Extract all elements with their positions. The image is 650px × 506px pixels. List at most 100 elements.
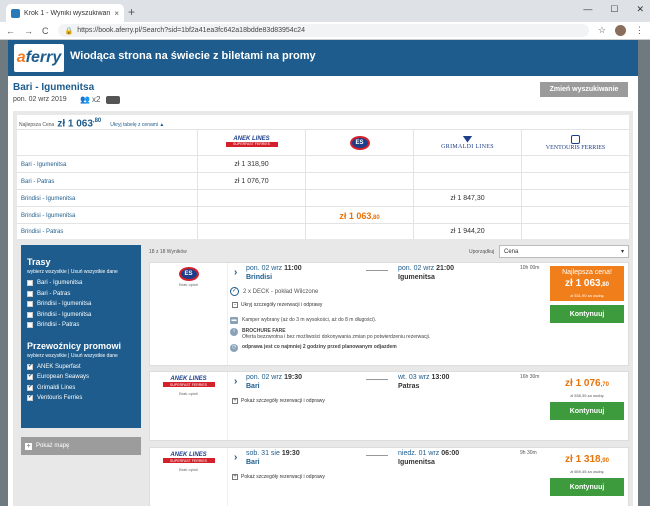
fare-info: BROCHURE FARE Oferta bezzwrotna i bez moż… (242, 328, 430, 340)
select-all-routes-link[interactable]: wybierz wszystkie (27, 269, 67, 275)
back-arrow-icon[interactable]: ← (6, 26, 15, 36)
matrix-header-row: ANEK LINES SUPERFAST FERRIES ES GRIMALDI… (17, 129, 629, 155)
operator-ventouris: VENTOURIS FERRIES (521, 130, 629, 155)
matrix-row[interactable]: Bari - Patras zł 1 076,70 (17, 172, 629, 190)
matrix-row[interactable]: Brindisi - Igumenitsa zł 1 063,80 (17, 206, 629, 224)
toggle-details-link[interactable]: + Pokaż szczegóły rezerwacji i odprawy (232, 398, 325, 404)
close-window-icon[interactable]: ✕ (636, 4, 644, 15)
show-map-button[interactable]: + Pokaż mapę (21, 437, 141, 455)
anek-logo-bottom: SUPERFAST FERRIES (162, 458, 215, 463)
booking-details: ▬ Kamper wybrany (aż do 3 m wysokości, a… (230, 317, 548, 356)
card-price: zł 1 076,70 (550, 378, 624, 389)
accommodation-label: 2 x DECK - pokład Wilczone (243, 288, 319, 295)
matrix-cell (197, 207, 305, 224)
info-icon: i (230, 328, 238, 336)
new-tab-button[interactable]: + (128, 5, 135, 19)
card-price: zł 1 063,80 (553, 278, 621, 289)
url-field[interactable]: 🔒 https://book.aferry.pl/Search?sid=1bf2… (57, 24, 589, 37)
hide-table-link[interactable]: Ukryj tabelę z cenami ▲ (110, 122, 164, 128)
arrival-time: 06:00 (441, 450, 460, 457)
matrix-cell (305, 190, 413, 207)
select-all-operators-link[interactable]: wybierz wszystkie (27, 353, 67, 359)
passengers-info: 👥 x2 (80, 95, 121, 104)
links-separator: | (68, 269, 70, 275)
continue-button[interactable]: Kontynuuj (550, 478, 624, 496)
departure-port: Bari (246, 383, 260, 390)
operator-filter-label: Grimaldi Lines (37, 384, 76, 391)
operator-es: ES (305, 130, 413, 155)
reload-icon[interactable]: C (42, 26, 49, 36)
matrix-row[interactable]: Brindisi - Igumenitsa zł 1 847,30 (17, 189, 629, 207)
arrival-date: niedz. 01 wrz (398, 450, 440, 457)
arrival-date: wt. 03 wrz (398, 374, 430, 381)
route-checkbox[interactable] (27, 311, 33, 318)
operator-checkbox[interactable] (27, 393, 33, 402)
info-text: Kamper wybrany (aż do 3 m wysokości, aż … (242, 317, 377, 323)
deselect-all-routes-link[interactable]: Usuń wszystkie dane (71, 269, 118, 275)
aferry-logo[interactable]: aferry (14, 44, 64, 72)
route-checkbox[interactable] (27, 322, 33, 329)
forward-arrow-icon[interactable]: → (24, 26, 33, 36)
matrix-cell[interactable]: zł 1 944,20 (413, 224, 521, 239)
continue-button[interactable]: Kontynuuj (550, 305, 624, 323)
route-checkbox[interactable] (27, 290, 33, 297)
route-checkbox[interactable] (27, 280, 33, 287)
deselect-all-operators-link[interactable]: Usuń wszystkie dane (71, 353, 118, 359)
departure-time: 19:30 (281, 450, 300, 457)
operator-filter-item[interactable]: Ventouris Ferries (27, 393, 135, 404)
route-filter-item[interactable]: Brindisi - Patras (27, 320, 135, 331)
operator-filter-item[interactable]: ANEK Superfast (27, 362, 135, 373)
price-box: zł 1 076,70 zł 538,35 za osobę Kontynuuj (550, 378, 624, 420)
matrix-best-cents: ,80 (371, 214, 380, 221)
matrix-cell[interactable]: zł 1 318,90 (197, 156, 305, 173)
operator-filter-item[interactable]: Grimaldi Lines (27, 383, 135, 394)
arrival-datetime: pon. 02 wrz 21:00 (398, 265, 454, 272)
tab-close-icon[interactable]: × (114, 9, 119, 18)
window-controls: — ☐ ✕ (583, 4, 644, 15)
route-filter-item[interactable]: Bari - Patras (27, 289, 135, 300)
sort-select[interactable]: Cena ▾ (499, 245, 629, 258)
route-checkbox[interactable] (27, 301, 33, 308)
grimaldi-mark-icon (462, 135, 473, 143)
maximize-icon[interactable]: ☐ (610, 4, 618, 15)
departure-time: 11:00 (284, 265, 302, 272)
duration: 10h 00m (520, 265, 540, 271)
best-price-cents: ,80 (92, 118, 102, 124)
ventouris-mark-icon (571, 134, 580, 144)
toggle-details-link[interactable]: - Ukryj szczegóły rezerwacji i odprawy (232, 302, 322, 308)
route-filter-item[interactable]: Brindisi - Igumenitsa (27, 299, 135, 310)
departure-date: pon. 02 wrz (246, 265, 283, 272)
route-filter-item[interactable]: Brindisi - Igumenitsa (27, 310, 135, 321)
vehicle-icon (106, 95, 121, 104)
passengers-count: x2 (91, 95, 101, 104)
departure-port: Bari (246, 459, 260, 466)
toggle-details-link[interactable]: + Pokaż szczegóły rezerwacji i odprawy (232, 474, 325, 480)
browser-tab[interactable]: Krok 1 - Wyniki wyszukiwania p... × (6, 4, 124, 22)
matrix-cell[interactable]: zł 1 847,30 (413, 190, 521, 207)
continue-button[interactable]: Kontynuuj (550, 402, 624, 420)
matrix-row[interactable]: Bari - Igumenitsa zł 1 318,90 (17, 155, 629, 173)
url-text: https://book.aferry.pl/Search?sid=1bf2a4… (77, 27, 305, 34)
vehicle-icon: ▬ (230, 317, 238, 324)
matrix-row[interactable]: Brindisi - Patras zł 1 944,20 (17, 223, 629, 239)
browser-menu-icon[interactable]: ⋮ (635, 25, 644, 36)
route-filter-item[interactable]: Bari - Igumenitsa (27, 278, 135, 289)
route-filter-label: Brindisi - Patras (37, 322, 80, 329)
page: aferry Wiodąca strona na świecie z bilet… (8, 40, 638, 506)
favicon-icon (11, 8, 20, 18)
profile-avatar[interactable] (615, 25, 626, 36)
filters-panel: Trasy wybierz wszystkie | Usuń wszystkie… (21, 245, 141, 428)
minimize-icon[interactable]: — (583, 4, 592, 15)
operator-checkbox[interactable] (27, 383, 33, 391)
operator-filter-item[interactable]: European Seaways (27, 372, 135, 383)
matrix-cell-best[interactable]: zł 1 063,80 (305, 207, 413, 224)
browser-tabbar: Krok 1 - Wyniki wyszukiwania p... × + — … (0, 0, 650, 22)
bookmark-star-icon[interactable]: ☆ (598, 25, 606, 36)
operator-filter-label: ANEK Superfast (37, 363, 81, 370)
matrix-cell[interactable]: zł 1 076,70 (197, 173, 305, 190)
operator-checkbox[interactable] (27, 372, 33, 381)
duration: 16h 30m (520, 374, 540, 380)
operator-checkbox[interactable] (27, 362, 33, 370)
matrix-cell (197, 224, 305, 239)
change-search-button[interactable]: Zmień wyszukiwanie (540, 82, 628, 97)
